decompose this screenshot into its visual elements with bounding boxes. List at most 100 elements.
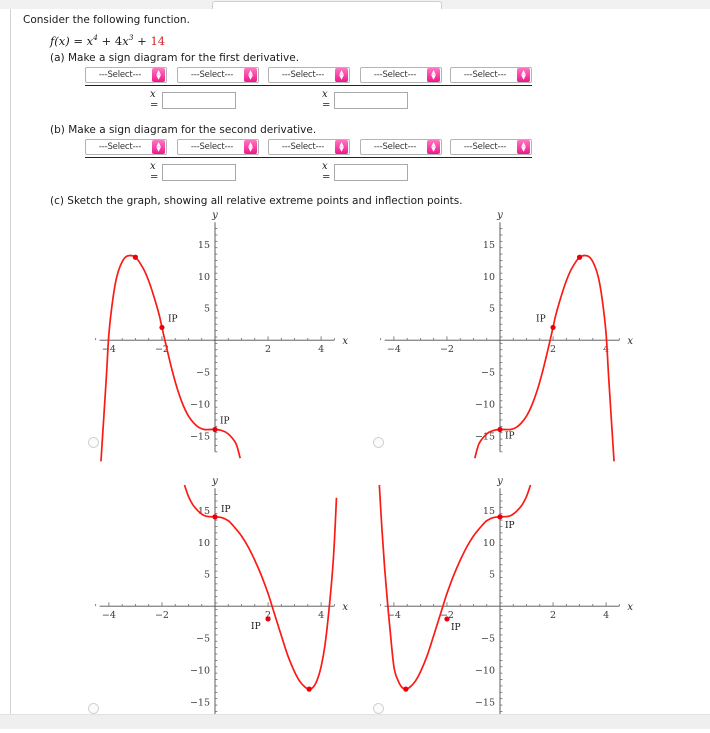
point-marker-3 — [212, 426, 218, 433]
graph-choice-2[interactable]: −4 −2 2 4 15 10 5 −5 −10 −15 x y IP IP — [360, 205, 645, 467]
y-tick-label: −5 — [196, 367, 210, 378]
point-marker-1 — [403, 686, 409, 692]
sign-select-label: ---Select--- — [463, 70, 507, 80]
x-axis-label: x — [627, 336, 633, 347]
plot-choice-4[interactable]: −4 −2 2 415105−5−10−15xyIPIP — [360, 471, 645, 733]
page-bottom-strip — [0, 714, 710, 729]
point-marker-1 — [132, 254, 139, 260]
sign-select-1[interactable]: ---Select--- ▲ ▼ — [85, 139, 167, 155]
y-axis-label: y — [211, 210, 218, 221]
curve-path — [473, 254, 615, 462]
curve-path — [183, 484, 338, 690]
chevron-updown-icon[interactable]: ▲ ▼ — [152, 68, 165, 82]
y-tick-label: −15 — [190, 431, 210, 442]
x-tick-label: 4 — [318, 344, 324, 355]
chevron-down-icon: ▼ — [248, 74, 253, 81]
sign-diagram-axis-line — [85, 85, 532, 86]
x-tick-label: −4 — [102, 610, 116, 621]
sign-select-2[interactable]: ---Select--- ▲ ▼ — [177, 67, 259, 83]
sign-select-4[interactable]: ---Select--- ▲ ▼ — [360, 139, 442, 155]
radio-choice-2[interactable] — [373, 437, 384, 448]
chevron-updown-icon[interactable]: ▲ ▼ — [427, 140, 440, 154]
x-tick-label: 2 — [550, 344, 556, 355]
chevron-down-icon: ▼ — [248, 146, 253, 153]
part-a-instruction: (a) Make a sign diagram for the first de… — [50, 52, 300, 64]
chevron-updown-icon[interactable]: ▲ ▼ — [517, 68, 530, 82]
point-marker-1 — [212, 514, 218, 520]
point-marker-2 — [550, 324, 556, 331]
graph-choice-3[interactable]: −4 −2 2 4 15 10 5 −5 −10 −15 x y IP IP — [75, 471, 360, 733]
x-value-group-1: x = — [150, 89, 237, 111]
sign-select-3[interactable]: ---Select--- ▲ ▼ — [268, 67, 350, 83]
function-lhs: f(x) — [50, 33, 70, 48]
x-value-group-1: x = — [150, 161, 237, 183]
chevron-updown-icon[interactable]: ▲ ▼ — [244, 68, 257, 82]
graph-choice-4[interactable]: −4 −2 2 4 15 10 5 −5 −10 −15 x y IP IP — [360, 471, 645, 733]
y-tick-label: −10 — [475, 665, 495, 676]
plot-choice-2[interactable]: −4 −2 2 415105−5−10−15xyIPIP — [360, 205, 645, 467]
sign-select-4[interactable]: ---Select--- ▲ ▼ — [360, 67, 442, 83]
chevron-down-icon: ▼ — [521, 146, 526, 153]
point-marker-2 — [444, 616, 450, 622]
radio-choice-4[interactable] — [373, 703, 384, 714]
sign-select-label: ---Select--- — [281, 70, 325, 80]
x-label: x = — [322, 161, 331, 183]
point-marker-3 — [306, 686, 312, 692]
chevron-updown-icon[interactable]: ▲ ▼ — [335, 68, 348, 82]
inflection-point-label: IP — [451, 623, 461, 633]
y-tick-label: 10 — [483, 272, 495, 283]
sign-select-label: ---Select--- — [463, 142, 507, 152]
y-tick-label: 5 — [489, 570, 495, 581]
page-left-rule — [10, 9, 11, 714]
y-tick-label: 10 — [483, 538, 495, 549]
function-term1-exp: 4 — [93, 33, 98, 42]
y-axis-label: y — [211, 476, 218, 487]
radio-choice-1[interactable] — [88, 437, 99, 448]
sign-select-5[interactable]: ---Select--- ▲ ▼ — [450, 139, 532, 155]
sign-select-label: ---Select--- — [373, 70, 417, 80]
x-tick-label: 2 — [550, 610, 556, 621]
x-axis-label: x — [627, 602, 633, 613]
function-equals: = — [73, 33, 84, 48]
inflection-point-label: IP — [168, 314, 178, 324]
question-page: Consider the following function. f(x) = … — [0, 9, 710, 719]
y-tick-label: 15 — [483, 506, 495, 517]
x-value-input-2[interactable] — [334, 163, 409, 181]
x-value-input-1[interactable] — [162, 163, 237, 181]
y-tick-label: −15 — [190, 697, 210, 708]
sign-diagram-axis-line — [85, 157, 532, 158]
sign-select-2[interactable]: ---Select--- ▲ ▼ — [177, 139, 259, 155]
chevron-updown-icon[interactable]: ▲ ▼ — [244, 140, 257, 154]
radio-choice-3[interactable] — [88, 703, 99, 714]
y-tick-label: −10 — [475, 399, 495, 410]
x-label: x = — [322, 89, 331, 111]
plot-choice-1[interactable]: −4 −2 2 415105−5−10−15xyIPIP — [75, 205, 360, 467]
y-tick-label: −10 — [190, 399, 210, 410]
inflection-point-label: IP — [221, 505, 231, 515]
page-prompt: Consider the following function. — [23, 14, 190, 26]
x-value-input-1[interactable] — [162, 91, 237, 109]
inflection-point-label: IP — [505, 521, 515, 531]
x-value-group-2: x = — [322, 161, 409, 183]
x-value-input-2[interactable] — [334, 91, 409, 109]
sign-select-3[interactable]: ---Select--- ▲ ▼ — [268, 139, 350, 155]
chevron-updown-icon[interactable]: ▲ ▼ — [427, 68, 440, 82]
graph-choice-1[interactable]: −4 −2 2 4 15 10 5 −5 −10 −15 x y IP IP — [75, 205, 360, 467]
chevron-updown-icon[interactable]: ▲ ▼ — [517, 140, 530, 154]
y-tick-label: −15 — [475, 697, 495, 708]
y-tick-label: 15 — [483, 240, 495, 251]
chevron-updown-icon[interactable]: ▲ ▼ — [152, 140, 165, 154]
x-tick-label: 2 — [265, 344, 271, 355]
y-tick-label: 10 — [198, 538, 210, 549]
y-tick-label: −5 — [196, 633, 210, 644]
chevron-down-icon: ▼ — [431, 74, 436, 81]
chevron-updown-icon[interactable]: ▲ ▼ — [335, 140, 348, 154]
x-label: x = — [150, 161, 159, 183]
point-marker-1 — [576, 254, 583, 260]
plot-choice-3[interactable]: −4 −2 2 415105−5−10−15xyIPIP — [75, 471, 360, 733]
function-term2-exp: 3 — [128, 33, 134, 42]
sign-select-1[interactable]: ---Select--- ▲ ▼ — [85, 67, 167, 83]
sign-select-5[interactable]: ---Select--- ▲ ▼ — [450, 67, 532, 83]
x-tick-label: −2 — [155, 610, 169, 621]
y-axis-label: y — [496, 476, 503, 487]
